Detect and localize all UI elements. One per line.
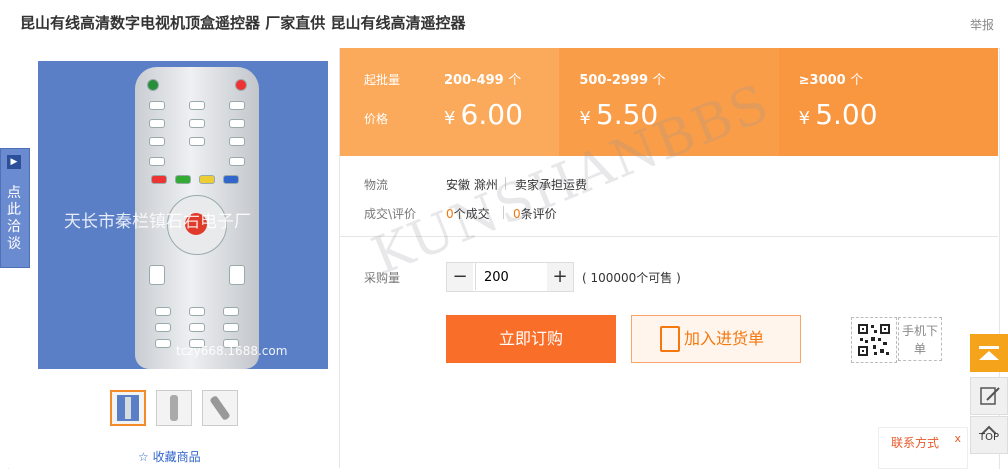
report-link[interactable]: 举报 (970, 16, 994, 33)
quantity-input[interactable] (475, 263, 553, 290)
back-to-top-button[interactable]: TOP (970, 416, 1008, 454)
decrement-button[interactable]: − (447, 263, 473, 291)
chat-side-tab-label: 点此洽谈 (7, 185, 21, 252)
mobile-order-label[interactable]: 手机下单 (898, 317, 942, 361)
buy-now-button[interactable]: 立即订购 (446, 315, 616, 363)
qr-code-graphic (858, 324, 890, 356)
price-tier-3: ≥3000 个 ¥ 5.00 (778, 48, 998, 156)
quantity-stepper: − + (446, 262, 574, 292)
qr-code-icon[interactable] (851, 317, 897, 363)
back-to-top-label: TOP (978, 432, 999, 443)
image-watermark-url: tczy668.1688.com (176, 344, 288, 358)
clipboard-icon (660, 326, 680, 352)
feedback-button[interactable] (970, 377, 1008, 415)
logistics-label: 物流 (364, 178, 389, 192)
stock-text: ( 100000个可售 ) (582, 271, 681, 285)
chat-side-tab[interactable]: ▶ 点此洽谈 (0, 148, 30, 268)
tier-range: 500-2999 个 (579, 73, 666, 88)
thumbnail-2[interactable] (156, 390, 192, 426)
increment-button[interactable]: + (547, 263, 573, 291)
image-watermark-text: 天长市秦栏镇石右电子厂 (64, 212, 251, 232)
price-label: 价格 (364, 112, 389, 126)
qty-label: 起批量 (364, 73, 401, 87)
tier-price: ¥ 6.00 (444, 98, 523, 131)
edit-icon (980, 387, 1000, 405)
price-tier-1: 起批量 价格 200-499 个 ¥ 6.00 (340, 48, 560, 156)
main-product-image[interactable]: 天长市秦栏镇石右电子厂 tczy668.1688.com (38, 61, 328, 369)
tier-price: ¥ 5.00 (798, 98, 878, 131)
add-to-cart-label: 加入进货单 (684, 329, 765, 348)
contact-label: 联系方式 (891, 436, 940, 450)
page-title: 昆山有线高清数字电视机顶盒遥控器 厂家直供 昆山有线高清遥控器 (20, 14, 466, 32)
star-icon: ☆ (138, 450, 153, 464)
add-to-cart-button[interactable]: 加入进货单 (631, 315, 801, 363)
close-icon[interactable]: x (954, 432, 961, 445)
thumbnail-3[interactable] (202, 390, 238, 426)
scroll-top-icon (979, 346, 999, 360)
tier-range: ≥3000 个 (798, 73, 864, 88)
play-arrow-icon: ▶ (7, 155, 21, 169)
thumbnail-1[interactable] (110, 390, 146, 426)
tier-range: 200-499 个 (444, 73, 522, 88)
scroll-top-button[interactable] (970, 334, 1008, 372)
favorite-link[interactable]: ☆ 收藏商品 (138, 448, 201, 465)
contact-popup[interactable]: 联系方式 x (878, 427, 968, 469)
